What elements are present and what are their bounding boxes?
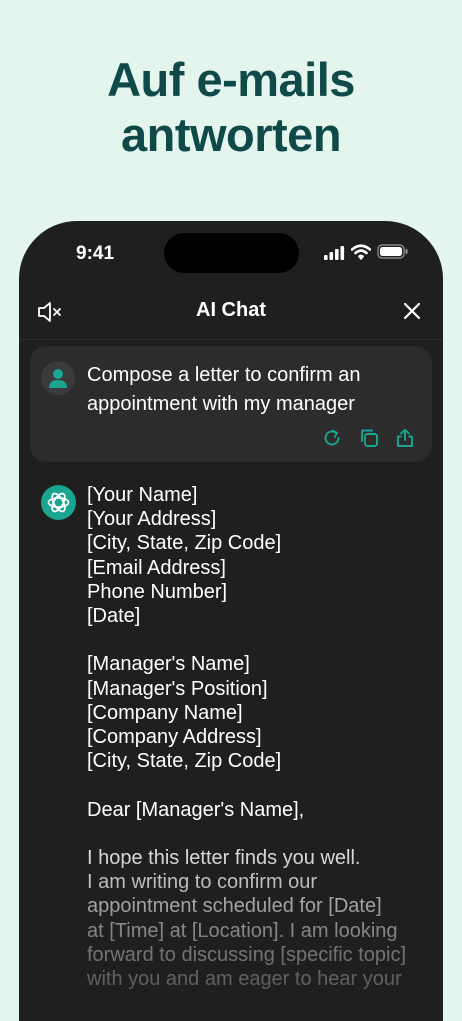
answer-line (87, 822, 433, 846)
prompt-actions (318, 428, 418, 448)
answer-line: with you and am eager to hear your (87, 968, 402, 991)
nav-bar: AI Chat (19, 287, 443, 340)
headline: Auf e-mails antworten (0, 52, 462, 162)
answer-line (87, 773, 433, 797)
close-icon[interactable] (402, 301, 422, 321)
answer-line: [Manager's Name] (87, 653, 250, 676)
answer-line: [Email Address] (87, 556, 226, 579)
answer-line: [Your Name] (87, 484, 198, 506)
user-icon (49, 369, 67, 388)
headline-line-1: Auf e-mails (107, 53, 355, 106)
user-avatar (41, 361, 75, 395)
nav-title: AI Chat (196, 299, 266, 321)
answer-line: appointment scheduled for [Date] (87, 895, 382, 918)
answer-line: at [Time] at [Location]. I am looking (87, 919, 398, 942)
battery-icon (377, 244, 408, 259)
answer-line: Phone Number] (87, 580, 228, 603)
answer-line: I hope this letter finds you well. (87, 847, 361, 869)
ai-answer: [Your Name] [Your Address] [City, State, Z… (87, 483, 433, 991)
signal-icon (324, 246, 345, 260)
headline-line-2: antworten (120, 108, 342, 161)
answer-line: [Your Address] (87, 508, 217, 531)
answer-line: [City, State, Zip Code] (87, 750, 282, 773)
answer-line: [Date] (87, 605, 141, 628)
answer-line (87, 628, 433, 652)
regenerate-icon[interactable] (322, 428, 342, 448)
dynamic-island (164, 233, 299, 273)
phone-screen: 9:41 AI Chat Compose a letter to confirm… (19, 221, 443, 1021)
answer-line: Dear [Manager's Name], (87, 798, 305, 821)
share-icon[interactable] (395, 428, 415, 448)
answer-line: I am writing to confirm our (87, 871, 318, 894)
answer-line: [Company Address] (87, 726, 262, 749)
prompt-card: Compose a letter to confirm an appointme… (30, 346, 432, 462)
copy-icon[interactable] (359, 428, 379, 448)
answer-line: [City, State, Zip Code] (87, 532, 282, 555)
ai-logo-icon (47, 492, 70, 513)
ai-avatar (41, 485, 76, 520)
answer-line: [Manager's Position] (87, 677, 268, 700)
answer-line: forward to discussing [specific topic] (87, 943, 407, 966)
status-icons (324, 243, 414, 263)
status-time: 9:41 (76, 243, 115, 264)
prompt-text: Compose a letter to confirm an appointme… (87, 364, 361, 415)
answer-line: [Company Name] (87, 701, 243, 724)
wifi-icon (351, 244, 371, 260)
